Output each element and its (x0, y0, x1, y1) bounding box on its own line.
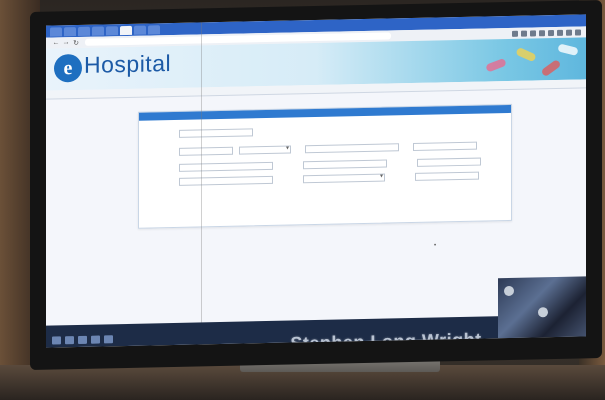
form-row (145, 157, 481, 173)
form-row (145, 128, 253, 138)
taskbar-app-icon[interactable] (65, 336, 74, 345)
extension-icon[interactable] (521, 30, 527, 37)
browser-tab[interactable] (78, 26, 90, 36)
decor-pill (515, 46, 537, 63)
screen: ← → ↻ e Hospital ▾ ▾ ▪ Stephen Long Wrig… (46, 14, 586, 348)
taskbar-icons (52, 335, 117, 345)
decor-pill (557, 43, 579, 56)
extension-icon[interactable] (539, 29, 545, 36)
form-row (145, 171, 479, 191)
form-select[interactable] (303, 173, 385, 191)
browser-tab[interactable] (148, 24, 160, 35)
forward-icon[interactable]: → (61, 39, 71, 46)
browser-tab-active[interactable] (120, 25, 132, 35)
form-field[interactable] (179, 128, 253, 138)
logo-text: Hospital (84, 50, 172, 78)
taskbar-app-icon[interactable] (91, 335, 100, 344)
form-panel-title (139, 104, 511, 121)
form-field[interactable] (179, 175, 273, 186)
reload-icon[interactable]: ↻ (71, 38, 81, 46)
screen-glare-line (201, 22, 202, 345)
form-label (145, 182, 179, 183)
mouse-cursor-icon: ▪ (434, 242, 437, 249)
participant-icon (504, 285, 514, 297)
form-row (145, 141, 477, 162)
form-label (145, 134, 179, 135)
back-icon[interactable]: ← (51, 39, 61, 46)
form-field[interactable] (415, 171, 479, 181)
extension-icon[interactable] (530, 29, 536, 37)
extension-icon[interactable] (512, 30, 518, 37)
extension-icon[interactable] (548, 29, 554, 36)
form-label (145, 192, 179, 193)
form-label (145, 152, 179, 153)
form-field[interactable] (303, 159, 387, 170)
browser-tab[interactable] (64, 26, 76, 36)
extension-icon[interactable] (575, 28, 581, 36)
browser-tab[interactable] (106, 25, 118, 35)
form-panel (138, 103, 512, 229)
taskbar-app-icon[interactable] (78, 335, 87, 344)
form-field[interactable] (179, 161, 273, 172)
browser-tab[interactable] (134, 25, 146, 35)
participant-icon (538, 307, 548, 318)
taskbar-app-icon[interactable] (104, 335, 113, 344)
form-field[interactable] (179, 146, 233, 156)
form-field[interactable] (413, 141, 477, 151)
extension-icon[interactable] (557, 29, 563, 36)
logo-mark: e (54, 53, 82, 83)
extension-icons (509, 28, 581, 37)
decor-pill (540, 58, 562, 78)
decor-pill (485, 57, 507, 73)
form-label (145, 168, 179, 169)
form-row (145, 192, 179, 193)
browser-tab[interactable] (50, 26, 62, 37)
form-select[interactable] (239, 145, 291, 162)
monitor: ← → ↻ e Hospital ▾ ▾ ▪ Stephen Long Wrig… (30, 0, 602, 370)
extension-icon[interactable] (566, 29, 572, 36)
form-field[interactable] (305, 143, 399, 154)
form-field[interactable] (417, 157, 481, 167)
browser-tab[interactable] (92, 25, 104, 36)
taskbar-app-icon[interactable] (52, 336, 61, 345)
